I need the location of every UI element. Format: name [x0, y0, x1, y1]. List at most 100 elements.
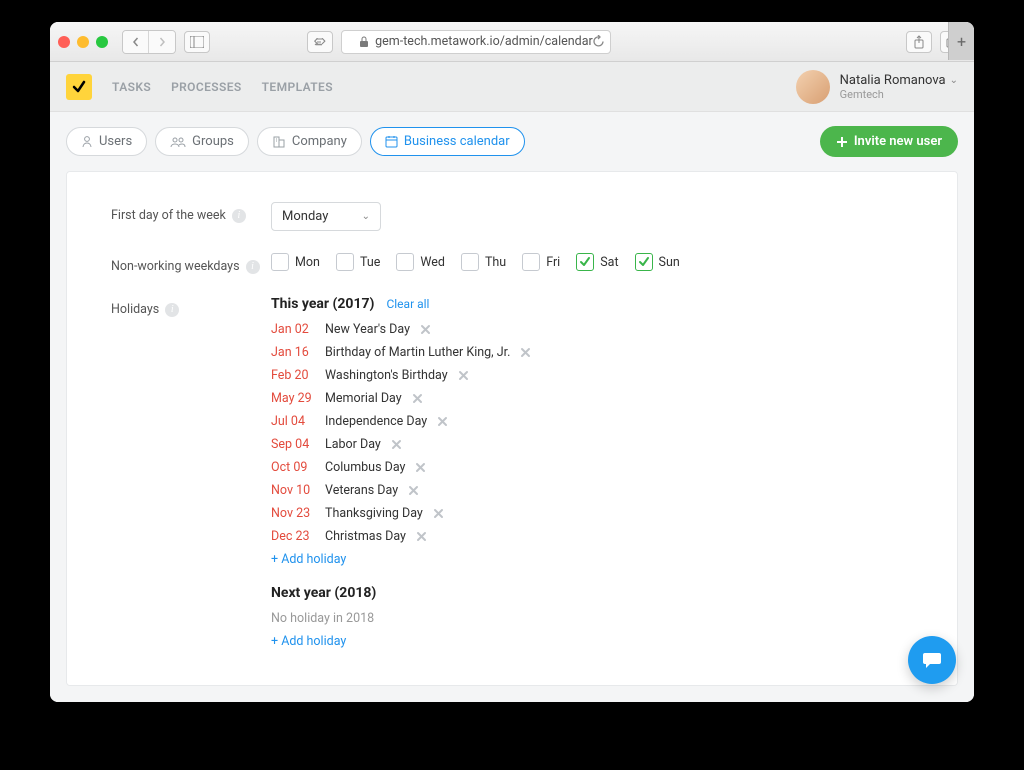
holiday-name: Columbus Day	[325, 460, 405, 475]
weekday-checkbox-wed[interactable]	[396, 253, 414, 271]
weekday-label: Fri	[546, 255, 560, 270]
url-bar[interactable]: gem-tech.metawork.io/admin/calendar	[341, 30, 612, 54]
holiday-date: Sep 04	[271, 437, 315, 452]
user-company: Gemtech	[840, 88, 958, 101]
holiday-name: New Year's Day	[325, 322, 410, 337]
nonworking-label: Non-working weekdays	[111, 259, 240, 274]
nav-templates[interactable]: TEMPLATES	[262, 80, 333, 94]
holiday-date: Dec 23	[271, 529, 315, 544]
lock-icon	[359, 36, 369, 48]
holiday-name: Washington's Birthday	[325, 368, 448, 383]
avatar	[796, 70, 830, 104]
tab-company[interactable]: Company	[257, 127, 362, 156]
user-menu[interactable]: Natalia Romanova ⌄ Gemtech	[796, 70, 958, 104]
delete-holiday-icon[interactable]	[420, 324, 431, 335]
clear-all-link[interactable]: Clear all	[386, 297, 429, 311]
holiday-name: Christmas Day	[325, 529, 406, 544]
holiday-date: Nov 10	[271, 483, 315, 498]
weekday-label: Tue	[360, 255, 380, 270]
delete-holiday-icon[interactable]	[408, 485, 419, 496]
weekday-label: Thu	[485, 255, 506, 270]
sidebar-toggle-icon[interactable]	[184, 31, 210, 53]
calendar-settings-card: First day of the week i Monday ⌄ Non-work…	[66, 171, 958, 686]
info-icon[interactable]: i	[232, 209, 246, 223]
weekday-checkbox-thu[interactable]	[461, 253, 479, 271]
help-chat-button[interactable]	[908, 636, 956, 684]
delete-holiday-icon[interactable]	[433, 508, 444, 519]
back-button[interactable]	[123, 31, 149, 53]
weekday-label: Sun	[659, 255, 680, 270]
holiday-row: Jan 02 New Year's Day	[271, 322, 913, 337]
calendar-icon	[385, 135, 398, 148]
new-tab-button[interactable]: +	[948, 22, 974, 60]
holiday-row: Jan 16 Birthday of Martin Luther King, Jr…	[271, 345, 913, 360]
weekday-checkbox-fri[interactable]	[522, 253, 540, 271]
building-icon	[272, 135, 286, 148]
holiday-row: Feb 20 Washington's Birthday	[271, 368, 913, 383]
user-icon	[81, 135, 93, 148]
app-logo[interactable]	[66, 74, 92, 100]
maximize-window-icon[interactable]	[96, 36, 108, 48]
forward-button[interactable]	[149, 31, 175, 53]
holiday-row: Nov 10 Veterans Day	[271, 483, 913, 498]
holiday-row: Sep 04 Labor Day	[271, 437, 913, 452]
holiday-name: Thanksgiving Day	[325, 506, 423, 521]
weekday-label: Mon	[295, 255, 320, 270]
info-icon[interactable]: i	[246, 260, 260, 274]
app-header: TASKS PROCESSES TEMPLATES Natalia Romano…	[50, 62, 974, 112]
holiday-row: Oct 09Columbus Day	[271, 460, 913, 475]
tab-business-calendar[interactable]: Business calendar	[370, 127, 525, 156]
minimize-window-icon[interactable]	[77, 36, 89, 48]
delete-holiday-icon[interactable]	[520, 347, 531, 358]
holiday-date: Jan 02	[271, 322, 315, 337]
group-icon	[170, 136, 186, 148]
reader-icon[interactable]	[307, 31, 333, 53]
chat-icon	[921, 649, 943, 671]
add-holiday-next-year[interactable]: + Add holiday	[271, 634, 913, 649]
holiday-name: Labor Day	[325, 437, 381, 452]
tab-users[interactable]: Users	[66, 127, 147, 156]
delete-holiday-icon[interactable]	[415, 462, 426, 473]
next-year-empty: No holiday in 2018	[271, 611, 913, 626]
chevron-down-icon: ⌄	[362, 211, 370, 222]
holidays-label: Holidays	[111, 302, 159, 317]
holiday-date: May 29	[271, 391, 315, 406]
browser-titlebar: gem-tech.metawork.io/admin/calendar +	[50, 22, 974, 62]
delete-holiday-icon[interactable]	[391, 439, 402, 450]
holiday-name: Independence Day	[325, 414, 427, 429]
share-button[interactable]	[906, 31, 932, 53]
plus-icon	[836, 136, 848, 148]
tab-groups[interactable]: Groups	[155, 127, 249, 156]
holiday-date: Jan 16	[271, 345, 315, 360]
delete-holiday-icon[interactable]	[458, 370, 469, 381]
user-name: Natalia Romanova	[840, 73, 946, 88]
nav-processes[interactable]: PROCESSES	[171, 80, 242, 94]
weekday-checkbox-sat[interactable]	[576, 253, 594, 271]
reload-button[interactable]	[585, 31, 611, 53]
close-window-icon[interactable]	[58, 36, 70, 48]
holiday-row: May 29 Memorial Day	[271, 391, 913, 406]
holiday-name: Veterans Day	[325, 483, 398, 498]
add-holiday-this-year[interactable]: + Add holiday	[271, 552, 913, 567]
first-day-label: First day of the week	[111, 208, 226, 223]
holiday-row: Nov 23 Thanksgiving Day	[271, 506, 913, 521]
admin-tabs: Users Groups Company Business calendar I…	[50, 112, 974, 171]
holiday-date: Feb 20	[271, 368, 315, 383]
delete-holiday-icon[interactable]	[412, 393, 423, 404]
chevron-down-icon: ⌄	[950, 75, 958, 86]
weekday-checkbox-tue[interactable]	[336, 253, 354, 271]
holiday-name: Memorial Day	[325, 391, 402, 406]
nav-tasks[interactable]: TASKS	[112, 80, 151, 94]
first-day-select[interactable]: Monday ⌄	[271, 202, 381, 231]
next-year-title: Next year (2018)	[271, 585, 376, 601]
holiday-name: Birthday of Martin Luther King, Jr.	[325, 345, 510, 360]
weekday-checkbox-sun[interactable]	[635, 253, 653, 271]
delete-holiday-icon[interactable]	[416, 531, 427, 542]
weekday-checkbox-mon[interactable]	[271, 253, 289, 271]
weekday-label: Sat	[600, 255, 618, 270]
holiday-date: Nov 23	[271, 506, 315, 521]
info-icon[interactable]: i	[165, 303, 179, 317]
invite-user-button[interactable]: Invite new user	[820, 126, 958, 157]
holiday-row: Jul 04Independence Day	[271, 414, 913, 429]
delete-holiday-icon[interactable]	[437, 416, 448, 427]
